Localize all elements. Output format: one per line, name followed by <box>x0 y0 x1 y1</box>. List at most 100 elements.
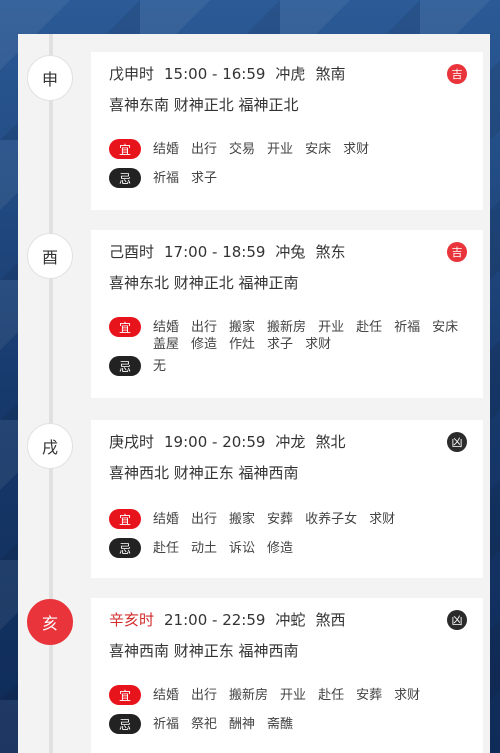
yi-item: 搬新房 <box>229 688 269 703</box>
ji-item: 求子 <box>191 171 218 186</box>
yi-item: 结婚 <box>153 142 180 157</box>
yi-items: 结婚 出行 搬新房 开业 赴任 安葬 求财 <box>153 687 471 704</box>
gods-directions: 喜神东北 财神正北 福神正南 <box>109 274 299 292</box>
yi-item: 赴任 <box>356 320 383 335</box>
ji-tag: 忌 <box>109 538 141 558</box>
ji-item: 斋醮 <box>267 717 294 732</box>
yi-item: 结婚 <box>153 512 180 527</box>
branch-badge: 申 <box>27 55 73 101</box>
yi-item: 开业 <box>318 320 345 335</box>
ji-item: 动土 <box>191 541 218 556</box>
ji-items: 祈福 祭祀 酬神 斋醮 <box>153 716 471 733</box>
yi-items: 结婚 出行 搬家 安葬 收养子女 求财 <box>153 511 471 528</box>
yi-item: 结婚 <box>153 688 180 703</box>
ji-item: 祈福 <box>153 171 180 186</box>
ji-item: 祈福 <box>153 717 180 732</box>
hour-row[interactable]: 申 戊申时 15:00 - 16:59 冲虎 煞南 喜神东南 财神正北 福神正北 吉 … <box>18 52 490 212</box>
ji-item: 修造 <box>267 541 294 556</box>
branch-badge: 戌 <box>27 423 73 469</box>
yi-item: 盖屋 <box>153 337 180 352</box>
ji-item: 酬神 <box>229 717 256 732</box>
yi-item: 结婚 <box>153 320 180 335</box>
hour-row-current[interactable]: 亥 辛亥时 21:00 - 22:59 冲蛇 煞西 喜神西南 财神正东 福神西南 凶 … <box>18 598 490 753</box>
yi-tag: 宜 <box>109 509 141 529</box>
hour-header: 戊申时 15:00 - 16:59 冲虎 煞南 <box>109 63 355 84</box>
ji-items: 无 <box>153 358 471 375</box>
yi-item: 安葬 <box>356 688 383 703</box>
yi-item: 搬家 <box>229 320 256 335</box>
ji-item: 祭祀 <box>191 717 218 732</box>
yi-item: 安床 <box>305 142 332 157</box>
hour-time: 15:00 - 16:59 <box>164 65 266 83</box>
hour-clash: 冲兔 <box>275 243 306 261</box>
ji-tag: 忌 <box>109 356 141 376</box>
yi-tag: 宜 <box>109 317 141 337</box>
yi-item: 出行 <box>191 320 218 335</box>
hour-time: 21:00 - 22:59 <box>164 611 266 629</box>
yi-item: 收养子女 <box>305 512 358 527</box>
luck-badge: 吉 <box>447 242 467 262</box>
hour-row[interactable]: 酉 己酉时 17:00 - 18:59 冲兔 煞东 喜神东北 财神正北 福神正南 吉 … <box>18 230 490 400</box>
yi-item: 交易 <box>229 142 256 157</box>
yi-items: 结婚 出行 搬家 搬新房 开业 赴任 祈福 安床盖屋 修造 作灶 求子 求财 <box>153 319 471 353</box>
ji-items: 祈福 求子 <box>153 170 471 187</box>
yi-item: 开业 <box>280 688 307 703</box>
luck-badge: 凶 <box>447 610 467 630</box>
ji-tag: 忌 <box>109 168 141 188</box>
hour-name: 己酉时 <box>109 243 155 261</box>
yi-item: 求子 <box>267 337 294 352</box>
hour-sha: 煞西 <box>315 611 346 629</box>
yi-item: 作灶 <box>229 337 256 352</box>
yi-item: 安葬 <box>267 512 294 527</box>
hour-list-panel[interactable]: 申 戊申时 15:00 - 16:59 冲虎 煞南 喜神东南 财神正北 福神正北 吉 … <box>18 34 490 753</box>
yi-item: 祈福 <box>394 320 421 335</box>
yi-item: 搬家 <box>229 512 256 527</box>
ji-item: 无 <box>153 359 167 374</box>
hour-header: 庚戌时 19:00 - 20:59 冲龙 煞北 <box>109 431 355 452</box>
yi-items: 结婚 出行 交易 开业 安床 求财 <box>153 141 471 158</box>
yi-tag: 宜 <box>109 139 141 159</box>
hour-name: 戊申时 <box>109 65 155 83</box>
yi-tag: 宜 <box>109 685 141 705</box>
hour-header: 己酉时 17:00 - 18:59 冲兔 煞东 <box>109 241 355 262</box>
hour-time: 19:00 - 20:59 <box>164 433 266 451</box>
branch-badge: 酉 <box>27 233 73 279</box>
branch-badge-current: 亥 <box>27 599 73 645</box>
hour-name: 庚戌时 <box>109 433 155 451</box>
ji-item: 赴任 <box>153 541 180 556</box>
gods-directions: 喜神西北 财神正东 福神西南 <box>109 464 299 482</box>
luck-badge: 凶 <box>447 432 467 452</box>
hour-card[interactable]: 辛亥时 21:00 - 22:59 冲蛇 煞西 喜神西南 财神正东 福神西南 凶 宜 … <box>91 598 483 753</box>
hour-sha: 煞东 <box>315 243 346 261</box>
gods-directions: 喜神西南 财神正东 福神西南 <box>109 642 299 660</box>
ji-items: 赴任 动土 诉讼 修造 <box>153 540 471 557</box>
yi-item: 求财 <box>394 688 421 703</box>
hour-clash: 冲蛇 <box>275 611 306 629</box>
yi-item: 修造 <box>191 337 218 352</box>
hour-card[interactable]: 己酉时 17:00 - 18:59 冲兔 煞东 喜神东北 财神正北 福神正南 吉 宜 … <box>91 230 483 398</box>
hour-header: 辛亥时 21:00 - 22:59 冲蛇 煞西 <box>109 609 355 630</box>
hour-row[interactable]: 戌 庚戌时 19:00 - 20:59 冲龙 煞北 喜神西北 财神正东 福神西南 凶 … <box>18 420 490 580</box>
yi-item: 出行 <box>191 512 218 527</box>
yi-item: 赴任 <box>318 688 345 703</box>
ji-tag: 忌 <box>109 714 141 734</box>
hour-sha: 煞南 <box>315 65 346 83</box>
yi-item: 出行 <box>191 142 218 157</box>
hour-card[interactable]: 戊申时 15:00 - 16:59 冲虎 煞南 喜神东南 财神正北 福神正北 吉 宜 … <box>91 52 483 210</box>
hour-time: 17:00 - 18:59 <box>164 243 266 261</box>
hour-clash: 冲龙 <box>275 433 306 451</box>
yi-item: 安床 <box>432 320 459 335</box>
yi-item: 求财 <box>305 337 332 352</box>
yi-item: 搬新房 <box>267 320 307 335</box>
hour-clash: 冲虎 <box>275 65 306 83</box>
yi-item: 开业 <box>267 142 294 157</box>
hour-sha: 煞北 <box>315 433 346 451</box>
luck-badge: 吉 <box>447 64 467 84</box>
hour-card[interactable]: 庚戌时 19:00 - 20:59 冲龙 煞北 喜神西北 财神正东 福神西南 凶 宜 … <box>91 420 483 578</box>
ji-item: 诉讼 <box>229 541 256 556</box>
hour-name: 辛亥时 <box>109 611 155 629</box>
yi-item: 出行 <box>191 688 218 703</box>
yi-item: 求财 <box>369 512 396 527</box>
gods-directions: 喜神东南 财神正北 福神正北 <box>109 96 299 114</box>
yi-item: 求财 <box>343 142 370 157</box>
